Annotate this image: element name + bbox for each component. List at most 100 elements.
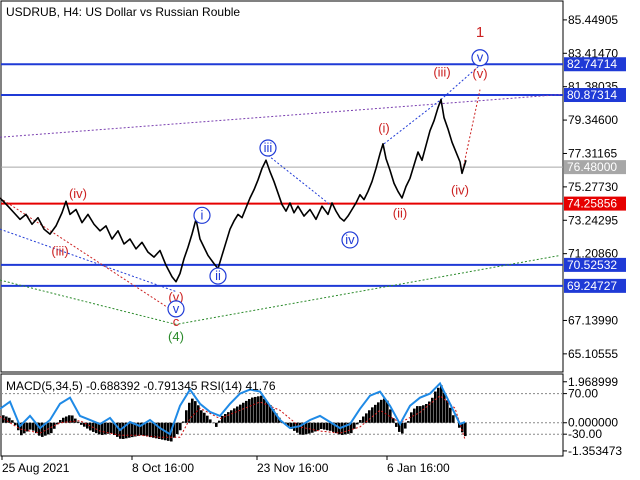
macd-histogram-bar (227, 412, 230, 423)
macd-histogram-bar (407, 421, 410, 423)
macd-histogram-bar (359, 420, 362, 423)
macd-histogram-bar (50, 422, 53, 434)
wave-label: (ii) (393, 206, 407, 221)
x-tick-label: 8 Oct 16:00 (132, 461, 194, 475)
indicator-y-tick-label: -1.353473 (568, 444, 622, 458)
macd-histogram-bar (77, 421, 80, 423)
x-tick-label: 25 Aug 2021 (2, 461, 70, 475)
macd-histogram-bar (191, 398, 194, 423)
macd-histogram-bar (59, 420, 62, 423)
macd-histogram-bar (29, 422, 32, 430)
wave-label: c (173, 314, 180, 329)
macd-histogram-bar (80, 422, 83, 425)
macd-histogram-bar (320, 422, 323, 429)
macd-histogram-bar (251, 397, 254, 423)
macd-histogram-bar (242, 402, 245, 423)
macd-histogram-bar (209, 419, 212, 423)
y-tick-label: 85.44905 (568, 13, 618, 27)
y-tick-label: 75.27730 (568, 180, 618, 194)
macd-histogram-bar (404, 422, 407, 429)
macd-histogram-bar (446, 400, 449, 423)
macd-histogram-bar (368, 410, 371, 423)
macd-histogram-bar (401, 422, 404, 434)
x-tick-label: 23 Nov 16:00 (257, 461, 329, 475)
macd-histogram-bar (89, 422, 92, 431)
macd-histogram-bar (353, 422, 356, 429)
macd-histogram-bar (260, 395, 263, 423)
macd-histogram-bar (14, 422, 17, 426)
wave-label: (v) (472, 66, 487, 81)
chart-background (0, 0, 640, 480)
macd-histogram-bar (203, 412, 206, 423)
macd-histogram-bar (122, 422, 125, 439)
macd-histogram-bar (326, 422, 329, 431)
wave-label: iii (264, 140, 273, 155)
macd-histogram-bar (344, 422, 347, 435)
macd-histogram-bar (149, 422, 152, 438)
wave-label: (iv) (69, 186, 87, 201)
wave-label: i (201, 207, 204, 222)
macd-histogram-bar (437, 387, 440, 423)
wave-label: (iv) (451, 183, 469, 198)
wave-label: (4) (168, 329, 184, 344)
macd-histogram-bar (308, 422, 311, 434)
macd-histogram-bar (452, 415, 455, 423)
macd-histogram-bar (224, 414, 227, 423)
usdrub-chart: 1(iii) (v)v(i)(ii)(iv)iiiiiiiv(iv)(iii)(v… (0, 0, 640, 480)
macd-histogram-bar (239, 404, 242, 423)
macd-histogram-bar (383, 398, 386, 423)
macd-histogram-bar (254, 396, 257, 423)
macd-histogram-bar (392, 418, 395, 423)
macd-histogram-bar (317, 422, 320, 431)
macd-histogram-bar (206, 415, 209, 423)
macd-histogram-bar (422, 405, 425, 423)
macd-histogram-bar (176, 422, 179, 434)
macd-histogram-bar (236, 406, 239, 423)
macd-histogram-bar (197, 405, 200, 423)
macd-histogram-bar (248, 399, 251, 423)
macd-histogram-bar (233, 408, 236, 423)
level-label: 80.87314 (567, 88, 617, 102)
macd-histogram-bar (104, 422, 107, 435)
macd-histogram-bar (146, 422, 149, 437)
macd-histogram-bar (245, 400, 248, 423)
level-label: 76.48000 (567, 160, 617, 174)
macd-histogram-bar (323, 422, 326, 430)
macd-histogram-bar (311, 422, 314, 433)
macd-histogram-bar (362, 416, 365, 423)
macd-histogram-bar (23, 422, 26, 434)
macd-histogram-bar (356, 422, 359, 425)
level-label: 70.52532 (567, 258, 617, 272)
wave-label: (iii) (433, 65, 450, 80)
macd-histogram-bar (464, 422, 467, 437)
macd-histogram-bar (101, 422, 104, 436)
y-tick-label: 67.13990 (568, 313, 618, 327)
macd-histogram-bar (257, 396, 260, 423)
macd-histogram-bar (230, 410, 233, 423)
macd-histogram-bar (110, 422, 113, 434)
main-chart-title: USDRUB, H4: US Dollar vs Russian Rouble (6, 5, 240, 19)
macd-histogram-bar (5, 416, 8, 423)
macd-histogram-bar (128, 422, 131, 438)
wave-label: v (477, 50, 484, 65)
level-label: 82.74714 (567, 57, 617, 71)
macd-histogram-bar (11, 420, 14, 423)
y-tick-label: 79.34600 (568, 113, 618, 127)
macd-histogram-bar (419, 406, 422, 423)
level-label: 69.24727 (567, 279, 617, 293)
x-tick-label: 6 Jan 16:00 (387, 461, 450, 475)
macd-histogram-bar (221, 415, 224, 423)
macd-histogram-bar (8, 417, 11, 423)
macd-histogram-bar (440, 385, 443, 423)
macd-histogram-bar (179, 422, 182, 431)
macd-histogram-bar (95, 422, 98, 434)
wave-label: (i) (378, 120, 390, 135)
macd-histogram-bar (200, 410, 203, 423)
macd-histogram-bar (377, 402, 380, 423)
macd-histogram-bar (329, 422, 332, 431)
indicator-y-tick-label: -30.00 (568, 427, 602, 441)
macd-histogram-bar (434, 391, 437, 423)
level-label: 74.25856 (567, 197, 617, 211)
y-tick-label: 73.24295 (568, 213, 618, 227)
wave-label: 1 (476, 24, 484, 41)
